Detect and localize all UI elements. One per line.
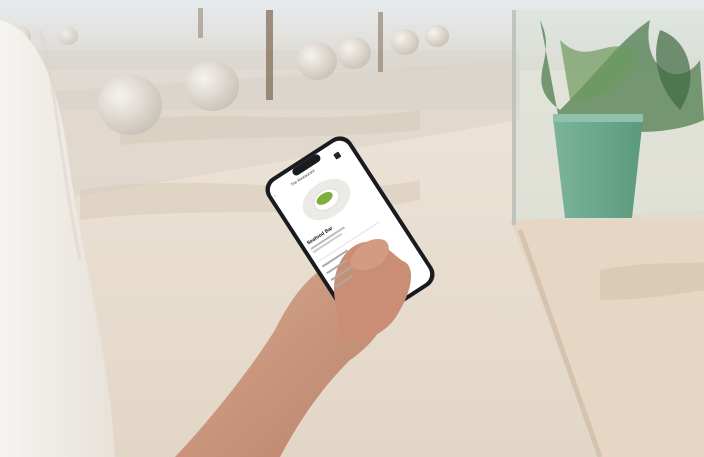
- bollard: [337, 37, 371, 69]
- bollard: [425, 25, 449, 47]
- bollard: [98, 75, 162, 135]
- bollard: [297, 42, 337, 80]
- planter: [553, 118, 643, 218]
- option-row[interactable]: [321, 249, 349, 268]
- bollard: [185, 61, 239, 111]
- bollard: [391, 29, 419, 55]
- back-icon[interactable]: ‹: [273, 193, 278, 199]
- photo-scene: ‹ The Restaurant Seafood Bar: [0, 0, 704, 457]
- cart-icon[interactable]: [333, 151, 342, 160]
- restaurant-name: The Restaurant: [289, 167, 316, 188]
